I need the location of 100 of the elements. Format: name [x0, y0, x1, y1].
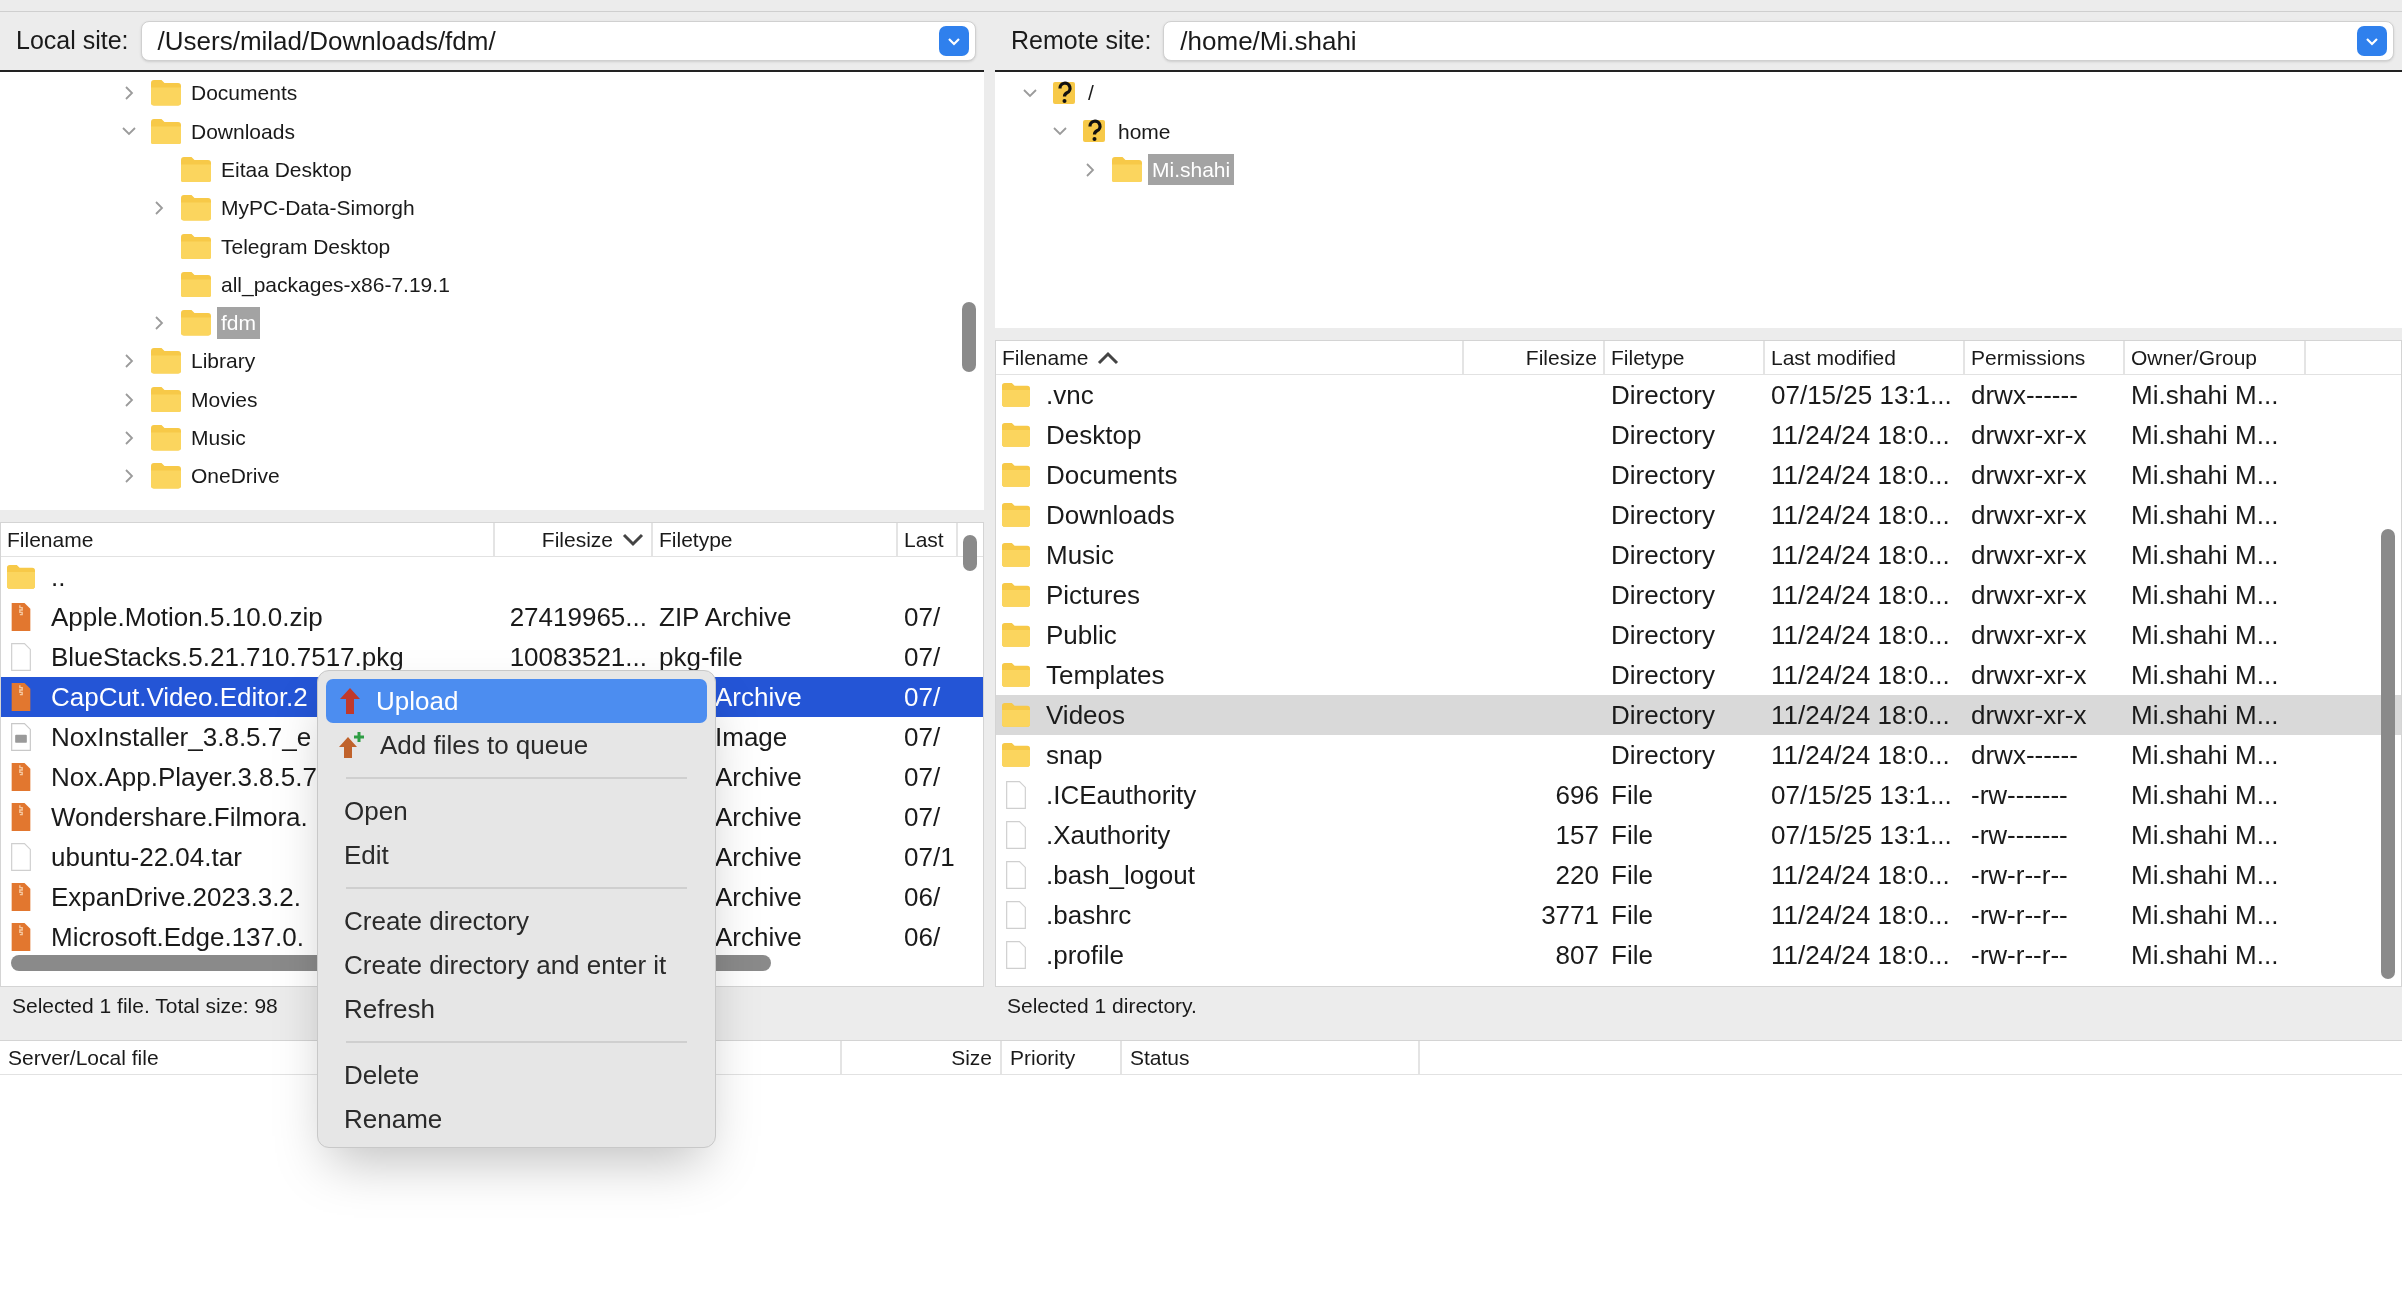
table-cell-text: Mi.shahi M... [2131, 858, 2279, 892]
table-cell-text: pkg-file [659, 640, 743, 674]
table-cell-text: 807 [1555, 938, 1599, 972]
table-cell-text: 07/15/25 13:1... [1771, 818, 1952, 852]
status-text: Selected 1 file. Total size: 98 [12, 993, 278, 1020]
table-cell-text: 11/24/24 18:0... [1771, 538, 1950, 572]
table-cell-text: Mi.shahi M... [2131, 458, 2279, 492]
table-cell-text: 07/ [904, 760, 941, 794]
table-cell-text: 696 [1555, 778, 1599, 812]
table-cell-text: BlueStacks.5.21.710.7517.pkg [51, 640, 404, 674]
table-cell-text: 11/24/24 18:0... [1771, 898, 1950, 932]
table-cell-text: 07/15/25 13:1... [1771, 778, 1952, 812]
table-cell-text: Archive [715, 920, 802, 954]
table-cell-text: Mi.shahi M... [2131, 498, 2279, 532]
table-cell-text: Microsoft.Edge.137.0. [51, 920, 304, 954]
table-cell-text: drwxr-xr-x [1971, 418, 2087, 452]
table-cell-text: Mi.shahi M... [2131, 698, 2279, 732]
table-cell-text: Mi.shahi M... [2131, 658, 2279, 692]
table-cell-text: 3771 [1541, 898, 1599, 932]
table-cell-text: -rw------- [1971, 818, 2068, 852]
table-cell-text: 07/1 [904, 840, 955, 874]
table-cell-text: .bashrc [1046, 898, 1132, 932]
table-cell-text: 11/24/24 18:0... [1771, 698, 1950, 732]
table-cell-text: Directory [1611, 618, 1715, 652]
table-cell-text: Directory [1611, 498, 1715, 532]
table-cell-text: drwxr-xr-x [1971, 658, 2087, 692]
site-label: Local site: [16, 25, 129, 57]
table-cell-text: Directory [1611, 738, 1715, 772]
table-cell-text: .bash_logout [1046, 858, 1195, 892]
table-cell-text: Mi.shahi M... [2131, 538, 2279, 572]
table-cell-text: -rw-r--r-- [1971, 898, 2068, 932]
table-cell-text: snap [1046, 738, 1103, 772]
status-text: Selected 1 directory. [1007, 993, 1197, 1020]
table-cell-text: File [1611, 858, 1653, 892]
table-cell-text: Archive [715, 760, 802, 794]
table-cell-text: File [1611, 778, 1653, 812]
table-cell-text: Directory [1611, 698, 1715, 732]
table-cell-text: drwxr-xr-x [1971, 458, 2087, 492]
table-cell-text: Mi.shahi M... [2131, 778, 2279, 812]
table-cell-text: Archive [715, 880, 802, 914]
table-cell-text: 11/24/24 18:0... [1771, 458, 1950, 492]
table-cell-text: Pictures [1046, 578, 1140, 612]
table-cell-text: Image [715, 720, 788, 754]
table-cell-text: Directory [1611, 658, 1715, 692]
table-cell-text: Documents [1046, 458, 1178, 492]
table-cell-text: Directory [1611, 538, 1715, 572]
table-cell-text: Templates [1046, 658, 1165, 692]
table-cell-text: drwxr-xr-x [1971, 618, 2087, 652]
table-cell-text: Archive [715, 800, 802, 834]
table-cell-text: Mi.shahi M... [2131, 418, 2279, 452]
table-cell-text: Directory [1611, 378, 1715, 412]
table-cell-text: .ICEauthority [1046, 778, 1197, 812]
table-cell-text: .vnc [1046, 378, 1094, 412]
site-label: Remote site: [1011, 25, 1152, 57]
table-cell-text: Nox.App.Player.3.8.5.7 [51, 760, 317, 794]
table-cell-text: -rw-r--r-- [1971, 938, 2068, 972]
table-cell-text: Archive [715, 840, 802, 874]
table-cell-text: 07/ [904, 680, 941, 714]
table-cell-text: 07/ [904, 800, 941, 834]
table-cell-text: Wondershare.Filmora. [51, 800, 308, 834]
table-cell-text: Music [1046, 538, 1114, 572]
table-cell-text: Desktop [1046, 418, 1142, 452]
table-cell-text: -rw------- [1971, 778, 2068, 812]
table-cell-text: 10083521... [509, 640, 647, 674]
table-cell-text: ExpanDrive.2023.3.2. [51, 880, 302, 914]
table-cell-text: Videos [1046, 698, 1126, 732]
table-cell-text: 06/ [904, 920, 941, 954]
table-cell-text: 11/24/24 18:0... [1771, 498, 1950, 532]
table-cell-text: ZIP Archive [659, 600, 792, 634]
table-cell-text: Archive [715, 680, 802, 714]
table-cell-text: 27419965... [509, 600, 647, 634]
table-cell-text: Mi.shahi M... [2131, 738, 2279, 772]
table-cell-text: Mi.shahi M... [2131, 618, 2279, 652]
table-cell-text: Downloads [1046, 498, 1175, 532]
table-cell-text: 11/24/24 18:0... [1771, 658, 1950, 692]
table-cell-text: drwxr-xr-x [1971, 578, 2087, 612]
table-cell-text: 11/24/24 18:0... [1771, 618, 1950, 652]
table-cell-text: NoxInstaller_3.8.5.7_e [51, 720, 312, 754]
table-cell-text: 157 [1555, 818, 1599, 852]
table-cell-text: 11/24/24 18:0... [1771, 418, 1950, 452]
table-cell-text: Directory [1611, 458, 1715, 492]
table-cell-text: 07/ [904, 720, 941, 754]
table-cell-text: .Xauthority [1046, 818, 1171, 852]
table-cell-text: Mi.shahi M... [2131, 578, 2279, 612]
table-cell-text: 11/24/24 18:0... [1771, 578, 1950, 612]
table-cell-text: File [1611, 938, 1653, 972]
table-cell-text: Mi.shahi M... [2131, 898, 2279, 932]
table-cell-text: File [1611, 898, 1653, 932]
table-cell-text: 11/24/24 18:0... [1771, 938, 1950, 972]
table-cell-text: ubuntu-22.04.tar [51, 840, 242, 874]
table-cell-text: 11/24/24 18:0... [1771, 738, 1950, 772]
table-cell-text: 220 [1555, 858, 1599, 892]
table-cell-text: Mi.shahi M... [2131, 378, 2279, 412]
table-cell-text: File [1611, 818, 1653, 852]
table-cell-text: -rw-r--r-- [1971, 858, 2068, 892]
table-cell-text: .. [51, 560, 66, 594]
table-cell-text: Public [1046, 618, 1117, 652]
table-cell-text: 07/ [904, 600, 941, 634]
table-cell-text: 07/15/25 13:1... [1771, 378, 1952, 412]
table-cell-text: drwxr-xr-x [1971, 498, 2087, 532]
